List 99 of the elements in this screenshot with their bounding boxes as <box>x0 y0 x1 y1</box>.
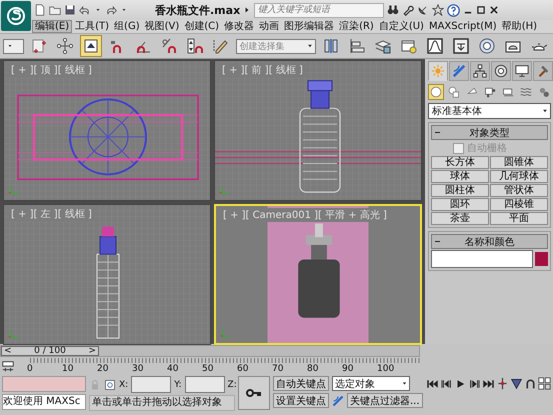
close-icon[interactable] <box>489 5 500 15</box>
window-title: 香水瓶文件.max <box>155 2 240 18</box>
color-swatch[interactable] <box>535 252 548 266</box>
menu-item[interactable]: 编辑(E) <box>32 20 72 33</box>
geometry-icon <box>430 86 442 98</box>
key-button[interactable] <box>238 376 270 410</box>
menu-item[interactable]: 动画 <box>257 20 282 33</box>
maximize-viewport-icon[interactable] <box>538 377 551 390</box>
app-logo-icon[interactable] <box>1 1 31 31</box>
select-and-link-icon[interactable] <box>31 38 48 54</box>
mirror-icon[interactable] <box>323 38 339 54</box>
field-of-view-icon[interactable] <box>510 377 523 390</box>
next-frame-icon[interactable] <box>468 378 481 390</box>
schematic-view-icon[interactable] <box>401 38 417 54</box>
systems-icon <box>538 86 550 98</box>
panel-tab[interactable] <box>512 61 532 81</box>
render-setup-icon[interactable] <box>479 38 495 54</box>
spinner-snap-icon[interactable] <box>187 38 204 54</box>
time-slider-track[interactable]: < 0 / 100 > <box>0 345 420 357</box>
maximize-icon[interactable] <box>476 5 486 15</box>
undo-icon[interactable] <box>79 4 91 16</box>
primitive-button[interactable]: 几何球体 <box>490 170 548 183</box>
category-dropdown[interactable]: 标准基本体 <box>428 103 551 119</box>
motion-icon <box>494 64 508 78</box>
name-field[interactable] <box>431 250 533 268</box>
timeline-ruler[interactable]: 0 10 20 30 40 50 60 70 80 90 100 <box>30 358 420 374</box>
utilities-icon <box>536 64 550 78</box>
auto-key-button[interactable]: 自动关键点 <box>273 376 329 391</box>
primitive-button[interactable]: 茶壶 <box>431 212 489 225</box>
material-editor-icon[interactable] <box>453 38 469 54</box>
key-mode-dropdown[interactable]: 选定对象 <box>332 376 410 391</box>
primitive-button[interactable]: 圆锥体 <box>490 156 548 169</box>
go-to-end-icon[interactable] <box>482 378 495 390</box>
coordinate-label: Z: <box>228 380 237 390</box>
filter-dropdown[interactable] <box>3 38 24 54</box>
menu-item[interactable]: MAXScript(M) <box>426 20 499 33</box>
pencil-icon[interactable] <box>213 38 230 54</box>
primitive-button[interactable]: 圆环 <box>431 198 489 211</box>
move-icon[interactable] <box>57 38 74 54</box>
selection-mode-icon[interactable] <box>104 378 116 390</box>
redo-icon[interactable] <box>105 4 117 16</box>
wrench-icon[interactable] <box>402 4 414 16</box>
go-to-start-icon[interactable] <box>426 378 439 390</box>
primitive-button[interactable]: 球体 <box>431 170 489 183</box>
menu-item[interactable]: 工具(T) <box>73 20 112 33</box>
set-key-button[interactable]: 设置关键点 <box>273 393 329 408</box>
menu-item[interactable]: 自定义(U) <box>376 20 426 33</box>
coordinate-field[interactable] <box>184 376 225 393</box>
primitive-button[interactable]: 圆柱体 <box>431 184 489 197</box>
key-filters-button[interactable]: 关键点过滤器... <box>347 393 423 408</box>
binoculars-icon[interactable] <box>387 4 400 16</box>
menu-item[interactable]: 渲染(R) <box>337 20 376 33</box>
previous-frame-icon[interactable] <box>440 378 453 390</box>
coordinate-label: X: <box>119 380 128 390</box>
new-file-icon[interactable] <box>34 4 46 16</box>
coordinate-label: Y: <box>174 380 182 390</box>
layers-icon[interactable] <box>375 38 391 54</box>
curve-editor-icon[interactable] <box>427 38 443 54</box>
menu-item[interactable]: 修改器 <box>222 20 256 33</box>
helper-icon <box>502 86 514 98</box>
key-filter-icon[interactable] <box>332 394 344 406</box>
panel-tab[interactable] <box>491 61 511 81</box>
menu-item[interactable]: 创建(C) <box>182 20 222 33</box>
pan-icon[interactable] <box>496 377 509 390</box>
rollout-header[interactable]: 对象类型 <box>431 125 548 140</box>
open-folder-icon[interactable] <box>49 4 61 16</box>
hierarchy-icon <box>473 64 487 78</box>
primitive-button[interactable]: 长方体 <box>431 156 489 169</box>
category-button[interactable] <box>446 84 462 100</box>
orbit-icon[interactable] <box>524 377 537 390</box>
star-icon[interactable] <box>432 4 444 16</box>
menu-item[interactable]: 组(G) <box>112 20 142 33</box>
camera-icon <box>484 86 496 98</box>
display-icon <box>515 64 529 78</box>
category-button[interactable] <box>428 84 444 100</box>
status-prompt: 单击或单击并拖动以选择对象 <box>89 395 235 411</box>
time-slider-thumb[interactable]: < 0 / 100 > <box>1 346 99 356</box>
menu-item[interactable]: 图形编辑器 <box>282 20 336 33</box>
modify-icon <box>452 64 466 78</box>
menu-item[interactable]: 帮助(H) <box>500 20 540 33</box>
help-icon[interactable] <box>447 4 460 16</box>
mini-curve-editor-icon[interactable] <box>0 360 16 374</box>
space-warp-icon <box>520 86 532 98</box>
percent-snap-icon[interactable] <box>161 38 178 54</box>
primitive-button[interactable]: 四棱锥 <box>490 198 548 211</box>
menu-item[interactable]: 视图(V) <box>142 20 182 33</box>
create-icon <box>431 64 445 78</box>
script-input-field[interactable] <box>2 376 86 392</box>
panel-tab[interactable] <box>470 61 490 81</box>
primitive-button[interactable]: 管状体 <box>490 184 548 197</box>
primitive-button[interactable]: 平面 <box>490 212 548 225</box>
save-icon[interactable] <box>64 4 76 16</box>
script-output-field[interactable]: 欢迎使用 MAXSc <box>2 394 86 410</box>
shapes-icon <box>448 86 460 98</box>
align-icon[interactable] <box>349 38 365 54</box>
coordinate-field[interactable] <box>131 376 172 393</box>
rollout-header[interactable]: 名称和颜色 <box>431 234 548 249</box>
satellite-dish-icon[interactable] <box>417 4 430 16</box>
search-field[interactable]: 键入关键字或短语 <box>254 2 384 18</box>
